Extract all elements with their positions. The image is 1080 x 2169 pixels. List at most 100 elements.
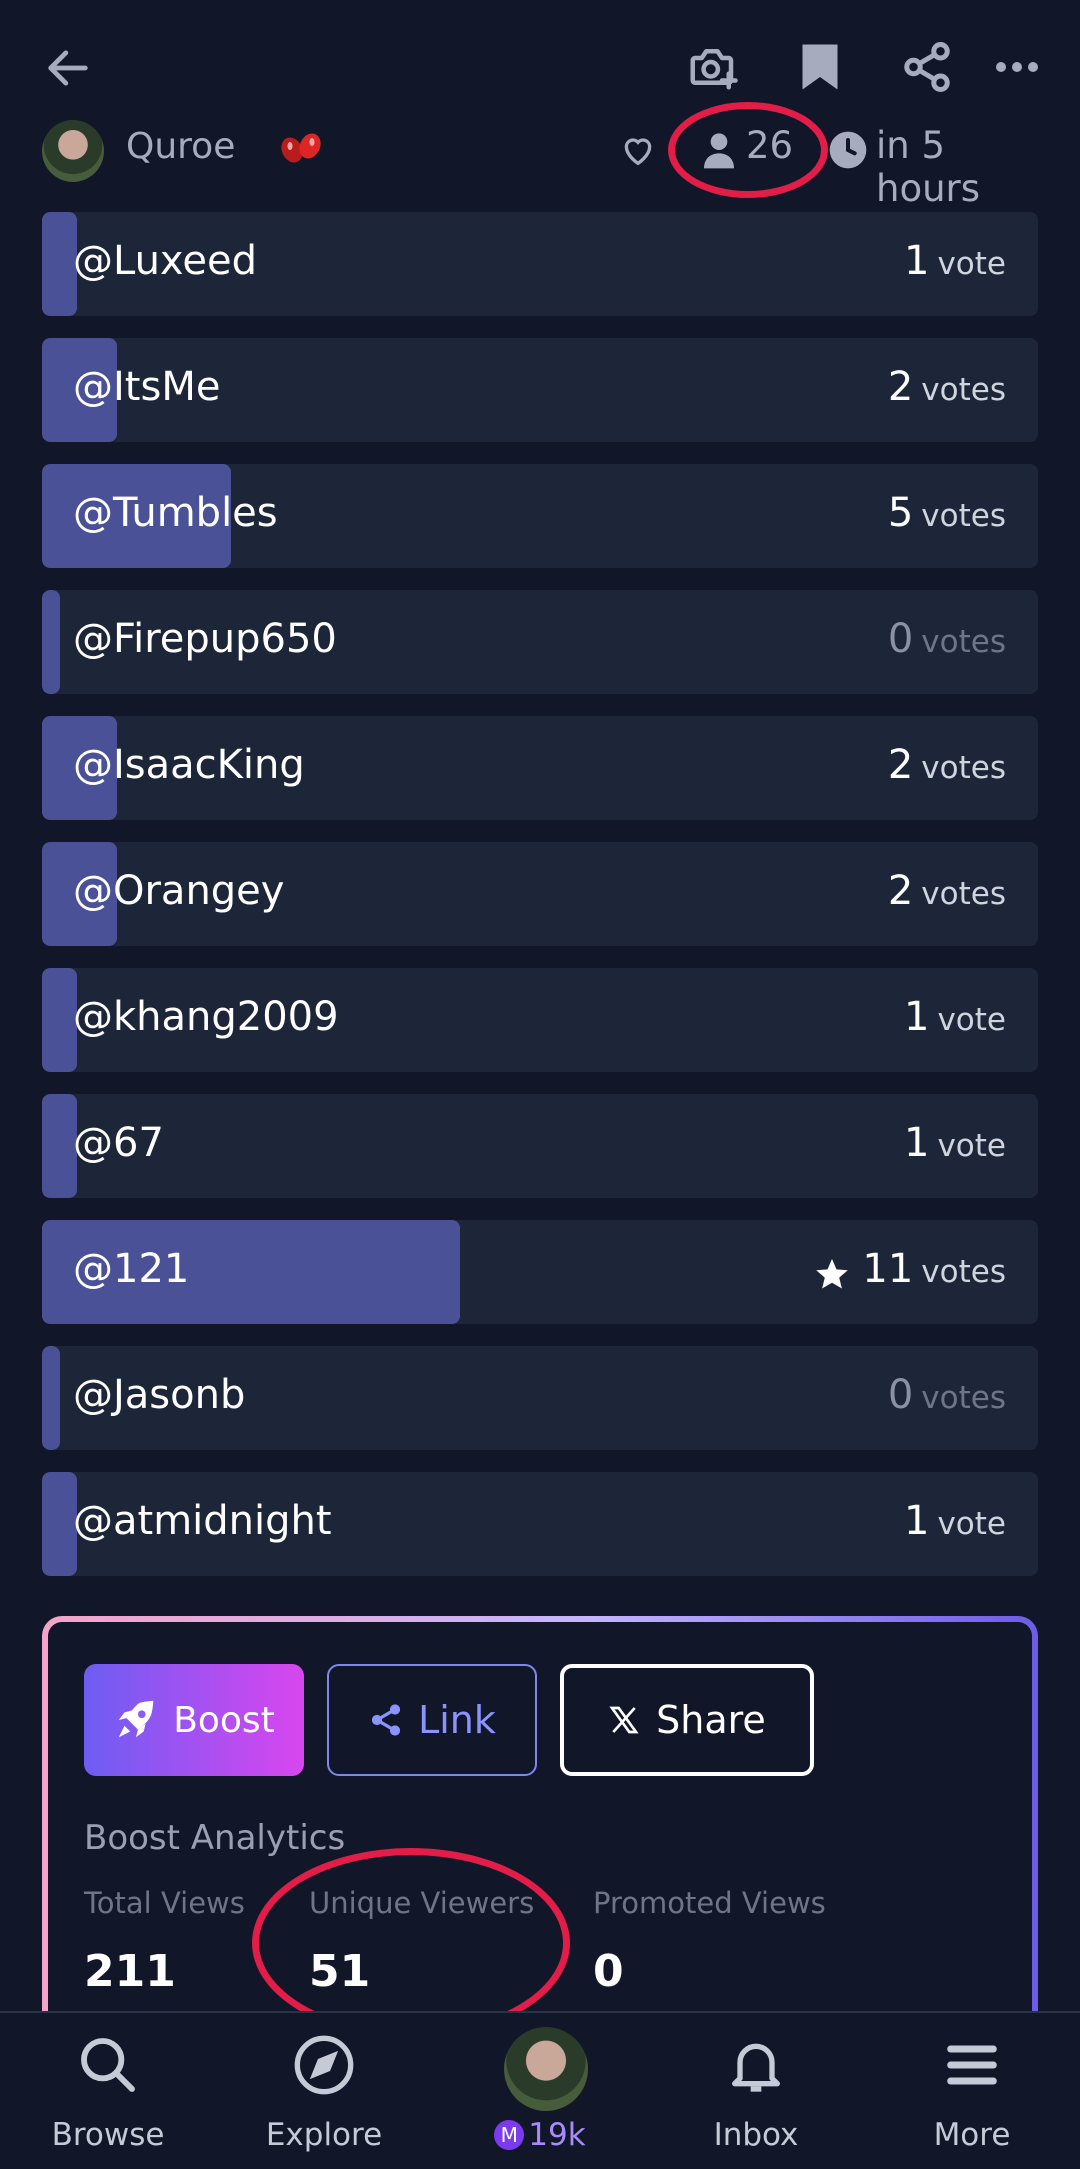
nav-inbox[interactable]: Inbox [648, 2013, 864, 2169]
search-icon [81, 2038, 135, 2092]
answer-row[interactable]: @atmidnight 1 vote [42, 1472, 1038, 1576]
avatar [504, 2027, 588, 2111]
bookmark-icon[interactable] [790, 34, 850, 100]
vote-count: 2 votes [888, 364, 1006, 410]
share-x-button[interactable]: Share [560, 1664, 814, 1776]
compass-icon [294, 2035, 354, 2095]
nav-label: Explore [265, 2117, 383, 2153]
stat-label: Total Views [84, 1886, 245, 1920]
nav-more[interactable]: More [864, 2013, 1080, 2169]
answer-name: @67 [73, 1120, 164, 1166]
answer-name: @Firepup650 [73, 616, 337, 662]
vote-unit: votes [921, 876, 1006, 912]
boost-button[interactable]: Boost [84, 1664, 304, 1776]
vote-number: 1 [904, 1498, 930, 1544]
close-time: in 5 hours [876, 124, 981, 210]
avatar[interactable] [42, 120, 104, 182]
nav-label: Browse [51, 2117, 165, 2153]
nav-label: Inbox [713, 2117, 799, 2153]
balance-value: 19k [528, 2117, 586, 2153]
boost-label: Boost [173, 1699, 275, 1741]
stat-label: Promoted Views [593, 1886, 826, 1920]
vote-count: 1 vote [904, 994, 1006, 1040]
star-icon [816, 1259, 848, 1289]
answer-row[interactable]: @ItsMe 2 votes [42, 338, 1038, 442]
vote-unit: votes [921, 498, 1006, 534]
annotation-circle [668, 102, 828, 198]
vote-count: 11 votes [862, 1246, 1006, 1292]
vote-count: 5 votes [888, 490, 1006, 536]
author-name[interactable]: Quroe [126, 126, 235, 167]
link-button[interactable]: Link [327, 1664, 537, 1776]
answer-name: @atmidnight [73, 1498, 332, 1544]
answer-row[interactable]: @Firepup650 0 votes [42, 590, 1038, 694]
answer-probability-bar [42, 212, 77, 316]
nav-profile[interactable]: M 19k [432, 2013, 648, 2169]
vote-unit: votes [921, 624, 1006, 660]
answer-row[interactable]: @67 1 vote [42, 1094, 1038, 1198]
share-icon[interactable] [894, 34, 960, 100]
menu-icon [947, 2045, 997, 2085]
vote-number: 1 [904, 238, 930, 284]
answer-name: @khang2009 [73, 994, 339, 1040]
mana-coin-icon: M [494, 2120, 525, 2150]
vote-number: 2 [887, 742, 914, 788]
answer-row[interactable]: @IsaacKing 2 votes [42, 716, 1038, 820]
vote-number: 2 [887, 868, 914, 914]
answer-probability-bar [42, 1094, 77, 1198]
vote-unit: vote [937, 1128, 1006, 1164]
answer-probability-bar [42, 968, 77, 1072]
beans-emoji-icon [281, 133, 321, 163]
annotation-circle [252, 1848, 570, 2038]
camera-plus-icon[interactable] [680, 34, 746, 100]
answer-name: @Jasonb [73, 1372, 246, 1418]
heart-icon[interactable] [618, 130, 658, 170]
balance-label: M 19k [432, 2117, 648, 2153]
more-horizontal-icon[interactable] [984, 34, 1050, 100]
vote-unit: votes [921, 750, 1006, 786]
answer-name: @Tumbles [73, 490, 278, 536]
vote-count: 0 votes [888, 616, 1006, 662]
answer-name: @IsaacKing [73, 742, 305, 788]
share-icon [371, 1704, 401, 1736]
x-logo-icon [609, 1706, 639, 1734]
vote-count: 1 vote [904, 1120, 1006, 1166]
vote-unit: votes [921, 372, 1006, 408]
vote-unit: vote [937, 1506, 1006, 1542]
vote-unit: vote [937, 1002, 1006, 1038]
vote-count: 2 votes [888, 868, 1006, 914]
answer-name: @Luxeed [73, 238, 257, 284]
answer-row[interactable]: @Luxeed 1 vote [42, 212, 1038, 316]
answer-row[interactable]: @Tumbles 5 votes [42, 464, 1038, 568]
vote-number: 5 [887, 490, 914, 536]
vote-number: 0 [887, 1372, 914, 1418]
answer-row[interactable]: @121 11 votes [42, 1220, 1038, 1324]
answer-row[interactable]: @Orangey 2 votes [42, 842, 1038, 946]
answer-probability-bar [42, 1346, 60, 1450]
answer-row[interactable]: @Jasonb 0 votes [42, 1346, 1038, 1450]
answers-list: @Luxeed 1 vote @ItsMe 2 votes @Tumbles 5 votes @F… [42, 212, 1038, 1598]
answer-row[interactable]: @khang2009 1 vote [42, 968, 1038, 1072]
answer-name: @121 [73, 1246, 190, 1292]
market-page: Quroe 26 in 5 hours @Luxeed 1 vote @ItsMe 2 v… [0, 0, 1080, 2169]
bottom-nav: Browse Explore M 19k Inbox More [0, 2011, 1080, 2169]
nav-label: More [933, 2117, 1011, 2153]
vote-unit: votes [921, 1380, 1006, 1416]
nav-explore[interactable]: Explore [216, 2013, 432, 2169]
vote-number: 2 [887, 364, 914, 410]
vote-number: 11 [862, 1246, 914, 1292]
top-bar [0, 0, 1080, 130]
answer-name: @Orangey [73, 868, 285, 914]
rocket-icon [118, 1700, 154, 1738]
vote-unit: vote [937, 246, 1006, 282]
stat-value: 0 [593, 1946, 624, 1997]
nav-browse[interactable]: Browse [0, 2013, 216, 2169]
answer-name: @ItsMe [73, 364, 221, 410]
link-label: Link [418, 1698, 496, 1742]
stat-promoted-views: Promoted Views 0 [593, 1886, 826, 1997]
stat-total-views: Total Views 211 [84, 1886, 245, 1997]
vote-number: 0 [887, 616, 914, 662]
vote-unit: votes [921, 1254, 1006, 1290]
back-arrow-icon[interactable] [36, 36, 100, 100]
vote-count: 0 votes [888, 1372, 1006, 1418]
